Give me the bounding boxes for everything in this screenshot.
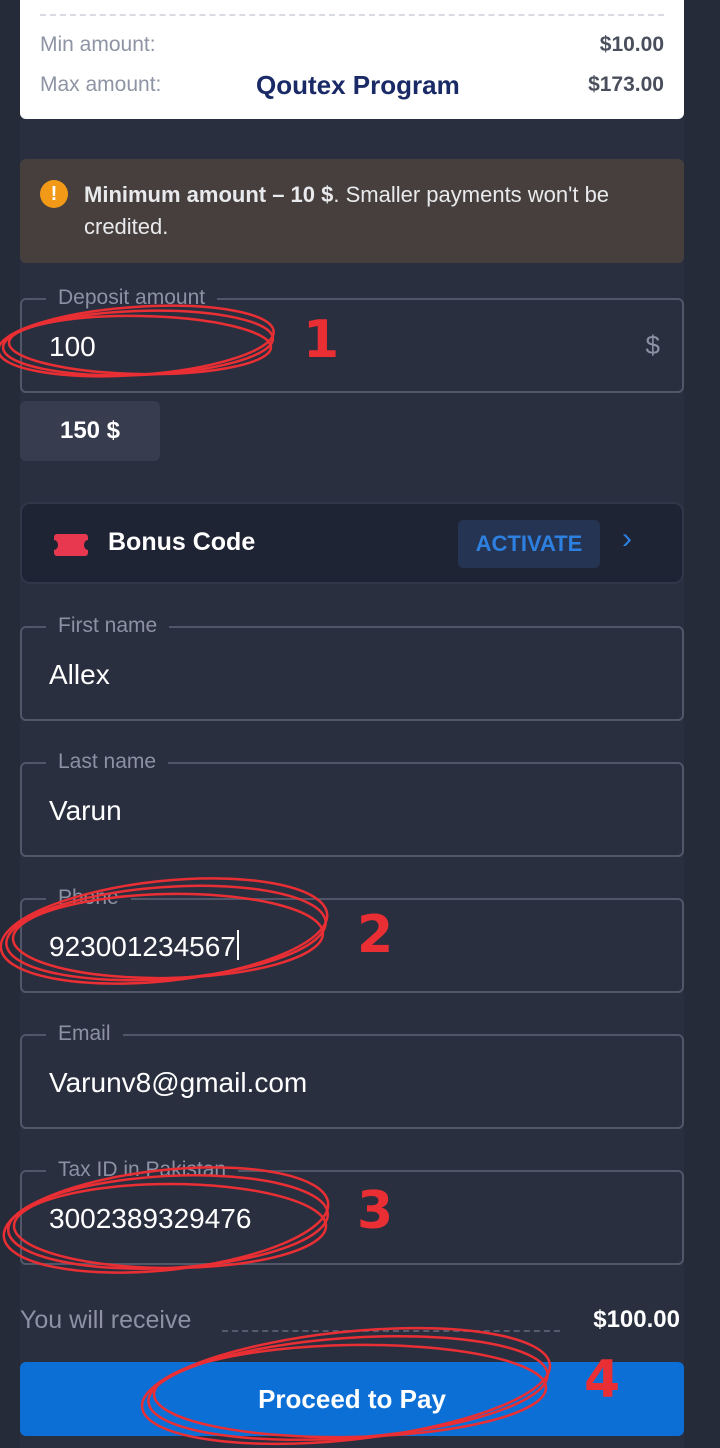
- tax-id-field[interactable]: Tax ID in Pakistan 3002389329476: [20, 1157, 684, 1265]
- currency-symbol: $: [645, 330, 660, 360]
- limits-divider: [40, 14, 664, 16]
- min-amount-label: Min amount:: [40, 33, 156, 56]
- last-name-field[interactable]: Last name Varun: [20, 749, 684, 857]
- email-label: Email: [46, 1021, 123, 1047]
- max-amount-label: Max amount:: [40, 73, 162, 96]
- warning-bold: Minimum amount – 10 $: [84, 182, 334, 207]
- min-amount-row: Min amount: $10.00: [40, 33, 664, 63]
- phone-field[interactable]: Phone 923001234567: [20, 885, 684, 993]
- amount-limits-card: Min amount: $10.00 Max amount: $173.00 Q…: [20, 0, 684, 119]
- exclamation-icon: !: [40, 180, 68, 208]
- annotation-number-1: 1: [303, 310, 340, 370]
- phone-value-wrap[interactable]: 923001234567: [49, 930, 239, 964]
- bonus-code-row[interactable]: Bonus Code ACTIVATE ›: [20, 502, 684, 584]
- deposit-amount-value[interactable]: 100: [49, 330, 96, 364]
- overlay-title: Qoutex Program: [256, 70, 460, 100]
- max-amount-value: $173.00: [588, 73, 664, 96]
- phone-label: Phone: [46, 885, 131, 911]
- receive-summary: You will receive $100.00: [20, 1306, 680, 1340]
- annotation-number-2: 2: [357, 905, 394, 965]
- receive-value: $100.00: [593, 1306, 680, 1333]
- phone-value[interactable]: 923001234567: [49, 931, 236, 962]
- first-name-label: First name: [46, 613, 170, 639]
- left-gutter: [0, 0, 20, 1448]
- receive-label: You will receive: [20, 1306, 192, 1334]
- deposit-amount-field[interactable]: Deposit amount 100 $: [20, 285, 684, 393]
- annotation-number-4: 4: [584, 1350, 621, 1410]
- email-value[interactable]: Varunv8@gmail.com: [49, 1066, 307, 1100]
- bonus-code-label: Bonus Code: [108, 528, 256, 556]
- min-amount-value: $10.00: [599, 33, 664, 56]
- quick-amount-chip[interactable]: 150 $: [20, 401, 160, 461]
- first-name-field[interactable]: First name Allex: [20, 613, 684, 721]
- warning-text: Minimum amount – 10 $. Smaller payments …: [84, 179, 664, 243]
- last-name-value[interactable]: Varun: [49, 794, 122, 828]
- right-gutter: [684, 0, 720, 1448]
- tax-id-value[interactable]: 3002389329476: [49, 1202, 251, 1236]
- email-field[interactable]: Email Varunv8@gmail.com: [20, 1021, 684, 1129]
- first-name-value[interactable]: Allex: [49, 658, 110, 692]
- deposit-amount-label: Deposit amount: [46, 285, 218, 311]
- annotation-number-3: 3: [357, 1181, 394, 1241]
- chevron-right-icon[interactable]: ›: [622, 522, 632, 556]
- text-caret: [236, 930, 239, 960]
- minimum-amount-warning: ! Minimum amount – 10 $. Smaller payment…: [20, 159, 684, 263]
- last-name-label: Last name: [46, 749, 169, 775]
- ticket-icon: [50, 534, 92, 556]
- activate-bonus-button[interactable]: ACTIVATE: [458, 520, 600, 568]
- receive-leader-dots: [222, 1330, 560, 1332]
- tax-id-label: Tax ID in Pakistan: [46, 1157, 239, 1183]
